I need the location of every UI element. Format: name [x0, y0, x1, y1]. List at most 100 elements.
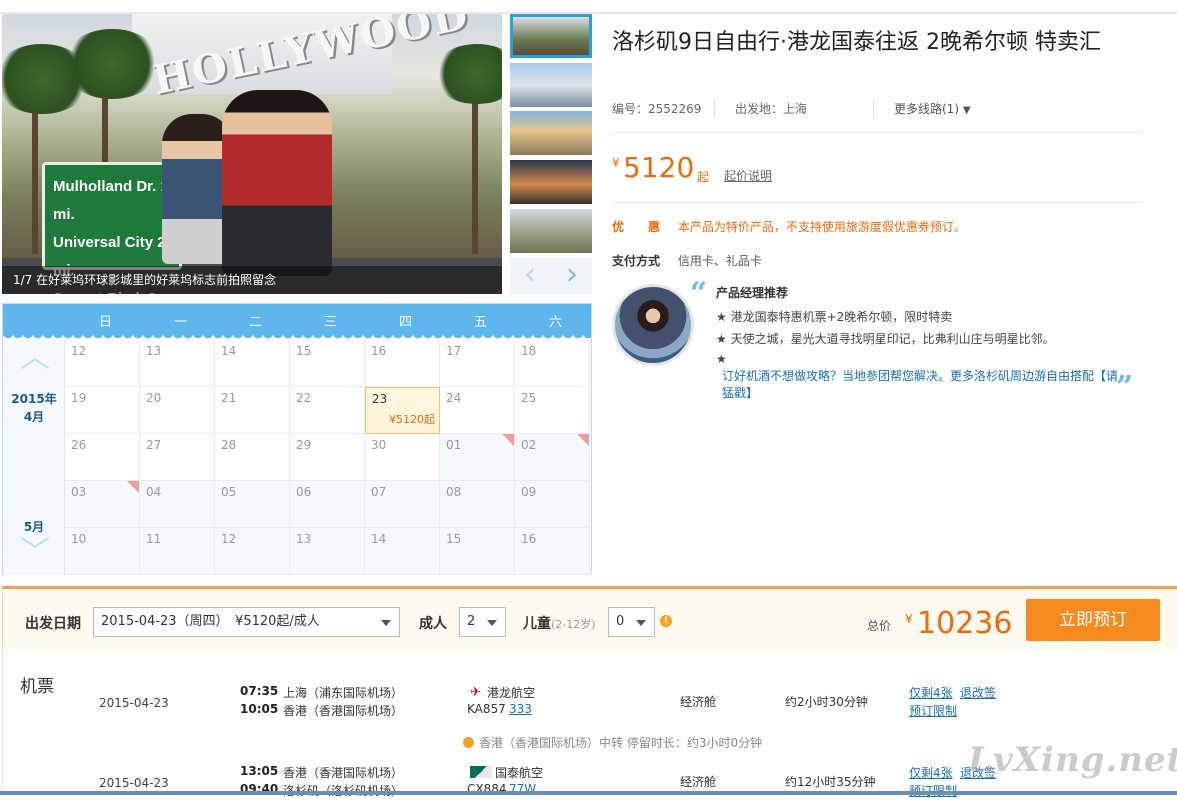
calendar-day[interactable]: 09 [515, 481, 590, 528]
day-number: 03 [71, 485, 87, 499]
thumbnail-4[interactable] [510, 160, 592, 204]
booking-limit-link[interactable]: 预订限制 [909, 702, 957, 719]
day-number: 06 [296, 485, 312, 499]
price-explanation-link[interactable]: 起价说明 [724, 167, 772, 184]
departure-time: 07:35 [240, 684, 279, 698]
day-number: 12 [221, 532, 237, 546]
calendar-day[interactable]: 16 [515, 528, 590, 575]
calendar-day[interactable]: 30 [365, 434, 440, 481]
calendar-day[interactable]: 03 [65, 481, 140, 528]
next-arrow-icon[interactable]: › [552, 258, 592, 294]
chevron-up-icon[interactable]: ︿ [17, 343, 53, 373]
price-block: ¥ 5120 起 起价说明 [612, 152, 912, 188]
special-offer-flag-icon [502, 434, 514, 446]
calendar-day[interactable]: 06 [290, 481, 365, 528]
flight-date: 2015-04-23 [99, 776, 169, 790]
calendar-day[interactable]: 11 [140, 528, 215, 575]
departure-date-value: 2015-04-23（周四） ¥5120起/成人 [101, 614, 320, 629]
arrival-airport: 香港（香港国际机场） [283, 704, 404, 718]
day-number: 22 [296, 391, 312, 405]
currency-symbol: ¥ [612, 156, 620, 170]
thumbnail-5[interactable] [510, 209, 592, 253]
special-offer-flag-icon [127, 481, 139, 493]
calendar-day[interactable]: 21 [215, 387, 290, 434]
calendar-day[interactable]: 17 [440, 340, 515, 387]
child-count-select[interactable]: 0 [608, 607, 655, 637]
calendar-day[interactable]: 18 [515, 340, 590, 387]
total-price: 10236 [917, 606, 1013, 641]
seats-left-link[interactable]: 仅剩4张 [909, 764, 953, 781]
calendar-day[interactable]: 23 ¥5120起 [365, 387, 440, 434]
recommend-point: ★ [716, 352, 727, 366]
adult-count-value: 2 [467, 614, 476, 629]
calendar-day[interactable]: 12 [215, 528, 290, 575]
day-number: 08 [446, 485, 462, 499]
calendar-day[interactable]: 05 [215, 481, 290, 528]
calendar-day[interactable]: 28 [215, 434, 290, 481]
calendar-day[interactable]: 14 [215, 340, 290, 387]
calendar-day[interactable]: 10 [65, 528, 140, 575]
thumbnail-3[interactable] [510, 111, 592, 155]
calendar-day[interactable]: 07 [365, 481, 440, 528]
star-icon: ★ [716, 352, 727, 366]
departure-date-select[interactable]: 2015-04-23（周四） ¥5120起/成人 [93, 607, 400, 637]
day-number: 16 [521, 532, 537, 546]
day-number: 01 [446, 438, 462, 452]
month-sidebar: ︿ 2015年 4月 5月 ﹀ [3, 340, 65, 575]
recommend-point-text: 港龙国泰特惠机票+2晚希尔顿，限时特卖 [730, 310, 953, 324]
calendar-day[interactable]: 24 [440, 387, 515, 434]
calendar-day[interactable]: 04 [140, 481, 215, 528]
calendar-day[interactable]: 12 [65, 340, 140, 387]
weekday-label: 五 [473, 315, 487, 330]
calendar-day[interactable]: 01 [440, 434, 515, 481]
calendar-day[interactable]: 22 [290, 387, 365, 434]
day-number: 26 [71, 438, 87, 452]
day-number: 13 [146, 344, 162, 358]
calendar-day[interactable]: 20 [140, 387, 215, 434]
caret-down-icon: ▼ [962, 105, 971, 116]
calendar-day[interactable]: 08 [440, 481, 515, 528]
aircraft-type-link[interactable]: 333 [509, 702, 532, 716]
child-count-value: 0 [616, 614, 625, 629]
cathay-logo-icon [470, 766, 492, 778]
calendar-day[interactable]: 26 [65, 434, 140, 481]
calendar-day[interactable]: 15 [290, 340, 365, 387]
day-number: 28 [221, 438, 237, 452]
calendar-day[interactable]: 27 [140, 434, 215, 481]
street-sign: Mulholland Dr. 1 mi. Universal City 2 mi… [42, 162, 182, 294]
seats-left-link[interactable]: 仅剩4张 [909, 684, 953, 701]
refund-change-link[interactable]: 退改签 [960, 684, 996, 701]
calendar-day[interactable]: 02 [515, 434, 590, 481]
more-routes-label: 更多线路(1) [894, 102, 959, 116]
local-tours-link[interactable]: 订好机酒不想做攻略？当地参团帮您解决。更多洛杉矶周边游自由搭配【请猛戳】 [722, 368, 1122, 402]
day-number: 21 [221, 391, 237, 405]
calendar-day[interactable]: 13 [290, 528, 365, 575]
adult-count-select[interactable]: 2 [459, 607, 506, 637]
day-number: 23 [372, 392, 388, 406]
chevron-down-icon[interactable]: ﹀ [17, 538, 53, 568]
divider [612, 132, 1142, 133]
thumbnail-1[interactable] [510, 14, 592, 58]
calendar-day[interactable]: 15 [440, 528, 515, 575]
day-number: 25 [521, 391, 537, 405]
calendar-day[interactable]: 29 [290, 434, 365, 481]
calendar-day[interactable]: 16 [365, 340, 440, 387]
departure-calendar: 日 一 二 三 四 五 六 ︿ 2015年 4月 5月 ﹀ 12 13 14 15 16… [2, 303, 592, 575]
day-number: 05 [221, 485, 237, 499]
calendar-day[interactable]: 13 [140, 340, 215, 387]
transfer-info: 香港（香港国际机场）中转 停留时长：约3小时0分钟 [463, 734, 762, 751]
thumbnail-2[interactable] [510, 63, 592, 107]
more-routes-dropdown[interactable]: 更多线路(1) ▼ [894, 100, 971, 117]
weekday-label: 四 [398, 315, 412, 330]
calendar-day[interactable]: 14 [365, 528, 440, 575]
product-code: 编号：2552269 [612, 102, 702, 116]
main-photo[interactable]: HOLLYWOOD Mulholland Dr. 1 mi. Universal… [2, 14, 502, 294]
calendar-day[interactable]: 25 [515, 387, 590, 434]
adult-label: 成人 [419, 616, 447, 632]
info-icon[interactable]: ! [660, 615, 672, 627]
avatar [612, 284, 694, 366]
departure-city: 出发地：上海 [735, 102, 808, 116]
calendar-day[interactable]: 19 [65, 387, 140, 434]
book-now-button[interactable]: 立即预订 [1026, 599, 1160, 641]
prev-arrow-icon[interactable]: ‹ [510, 258, 550, 294]
